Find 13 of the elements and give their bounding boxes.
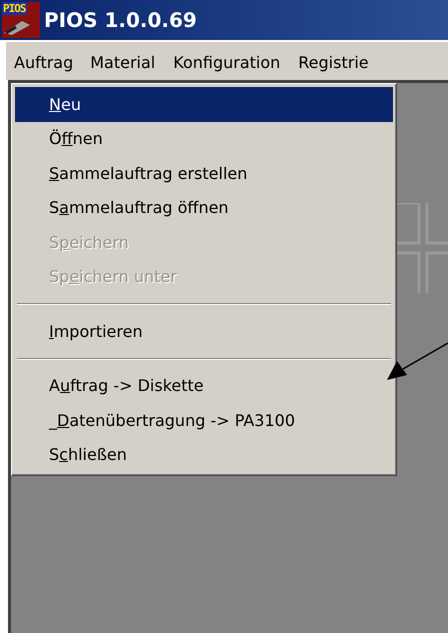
window-title: PIOS 1.0.0.69 <box>44 8 197 32</box>
menu-item[interactable]: _Datenübertragung -> PA3100 <box>15 403 393 438</box>
menu-item[interactable]: Sammelauftrag öffnen <box>15 190 393 225</box>
menu-title[interactable]: Konfiguration <box>164 46 290 78</box>
menu-item[interactable]: Auftrag -> Diskette <box>15 368 393 403</box>
menu-item[interactable]: Neu <box>15 87 393 122</box>
menu-item[interactable]: Sammelauftrag erstellen <box>15 156 393 190</box>
menu-item[interactable]: Schließen <box>15 438 393 472</box>
menu-item[interactable]: Öffnen <box>15 122 393 156</box>
app-logo-icon: PIOS <box>2 2 40 38</box>
menu-title[interactable]: Registrie <box>289 46 378 78</box>
menu-title[interactable]: Material <box>81 46 164 78</box>
menu-item[interactable]: Importieren <box>15 314 393 348</box>
